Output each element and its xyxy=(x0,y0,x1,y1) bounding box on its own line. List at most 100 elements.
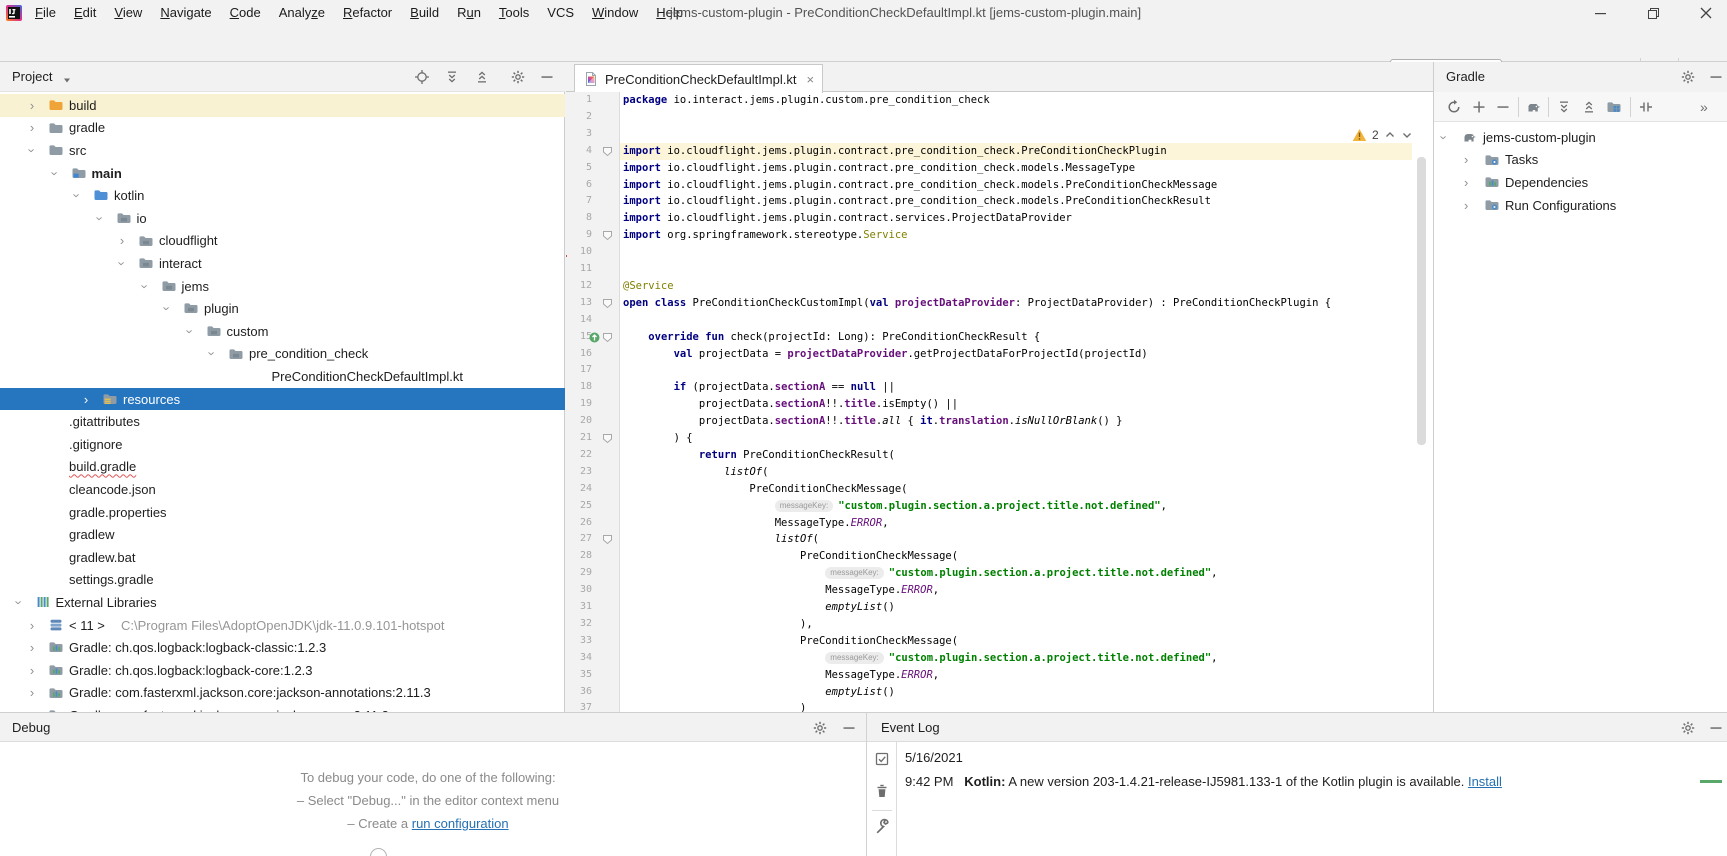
fold-icon[interactable] xyxy=(602,534,613,545)
menu-item-run[interactable]: Run xyxy=(448,0,490,26)
fold-icon[interactable] xyxy=(602,230,613,241)
gradle-tree-item-tasks[interactable]: ›Tasks xyxy=(1434,149,1727,172)
tab-preconditioncheckdefaultimpl[interactable]: PreConditionCheckDefaultImpl.kt × xyxy=(574,64,823,93)
fold-icon[interactable] xyxy=(602,146,613,157)
locate-file-button[interactable] xyxy=(414,69,430,85)
tree-item-io[interactable]: ›io xyxy=(0,207,565,230)
minimize-button[interactable] xyxy=(1577,0,1623,26)
menu-item-build[interactable]: Build xyxy=(401,0,448,26)
execute-gradle-task-button[interactable] xyxy=(1526,99,1542,115)
tab-close-icon[interactable]: × xyxy=(802,72,814,87)
menu-item-window[interactable]: Window xyxy=(583,0,647,26)
chevron-collapsed-icon[interactable]: › xyxy=(26,685,38,700)
chevron-collapsed-icon[interactable]: › xyxy=(26,640,38,655)
debug-panel-title[interactable]: Debug xyxy=(12,713,50,742)
tree-item-gradlew.bat[interactable]: gradlew.bat xyxy=(0,546,565,569)
chevron-expanded-icon[interactable]: › xyxy=(137,280,152,292)
mark-all-read-button[interactable] xyxy=(874,751,890,767)
chevron-collapsed-icon[interactable]: › xyxy=(26,98,38,113)
expand-all-button[interactable] xyxy=(1556,99,1572,115)
gradle-attach-button[interactable] xyxy=(1472,99,1486,115)
tree-item-interact[interactable]: ›interact xyxy=(0,252,565,275)
tree-item-settings.gradle[interactable]: settings.gradle xyxy=(0,569,565,592)
chevron-collapsed-icon[interactable]: › xyxy=(26,120,38,135)
chevron-expanded-icon[interactable]: › xyxy=(25,144,40,156)
gear-icon[interactable] xyxy=(510,69,526,85)
project-panel-title[interactable]: Project xyxy=(12,62,52,92)
menu-item-file[interactable]: File xyxy=(26,0,65,26)
gradle-refresh-button[interactable] xyxy=(1446,99,1462,115)
chevron-collapsed-icon[interactable]: › xyxy=(26,663,38,678)
hide-panel-button[interactable] xyxy=(540,69,554,85)
menu-item-vcs[interactable]: VCS xyxy=(538,0,583,26)
menu-item-edit[interactable]: Edit xyxy=(65,0,105,26)
maximize-button[interactable] xyxy=(1630,0,1676,26)
tree-item--11-[interactable]: ›< 11 >C:\Program Files\AdoptOpenJDK\jdk… xyxy=(0,614,565,637)
chevron-collapsed-icon[interactable]: › xyxy=(80,392,92,407)
gear-icon[interactable] xyxy=(1680,720,1696,736)
gradle-detach-button[interactable] xyxy=(1496,99,1510,115)
tree-item-build.gradle[interactable]: build.gradle xyxy=(0,456,565,479)
inspections-widget[interactable]: 2 xyxy=(1352,128,1413,142)
fold-icon[interactable] xyxy=(602,433,613,444)
chevron-expanded-icon[interactable]: › xyxy=(1437,135,1452,139)
chevron-expanded-icon[interactable]: › xyxy=(11,596,26,608)
next-warning-icon[interactable] xyxy=(1401,129,1413,141)
chevron-expanded-icon[interactable]: › xyxy=(160,303,175,315)
more-actions-icon[interactable]: » xyxy=(1700,92,1708,122)
tree-item-gradle-com.fasterxml.jackson.core-jackson-core-2.11.3[interactable]: ›Gradle: com.fasterxml.jackson.core:jack… xyxy=(0,704,565,712)
menu-item-view[interactable]: View xyxy=(105,0,151,26)
chevron-collapsed-icon[interactable]: › xyxy=(1464,152,1468,167)
clear-log-button[interactable] xyxy=(874,783,890,799)
gear-icon[interactable] xyxy=(812,720,828,736)
chevron-expanded-icon[interactable]: › xyxy=(115,257,130,269)
close-button[interactable] xyxy=(1683,0,1727,26)
gradle-tree-item-run-configurations[interactable]: ›Run Configurations xyxy=(1434,194,1727,217)
fold-icon[interactable] xyxy=(602,332,613,343)
tree-item-gradle.properties[interactable]: gradle.properties xyxy=(0,501,565,524)
code-area[interactable]: 1234567891011121314151617181920212223242… xyxy=(566,92,1433,712)
install-link[interactable]: Install xyxy=(1468,774,1502,789)
tree-item-kotlin[interactable]: ›kotlin xyxy=(0,184,565,207)
menu-item-tools[interactable]: Tools xyxy=(490,0,538,26)
menu-item-navigate[interactable]: Navigate xyxy=(151,0,220,26)
tree-item-jems[interactable]: ›jems xyxy=(0,275,565,298)
chevron-expanded-icon[interactable]: › xyxy=(205,348,220,360)
fold-icon[interactable] xyxy=(602,298,613,309)
tree-item-preconditioncheckdefaultimpl.kt[interactable]: PreConditionCheckDefaultImpl.kt xyxy=(0,365,565,388)
tree-item-gradle-com.fasterxml.jackson.core-jackson-annotations-2.11.3[interactable]: ›Gradle: com.fasterxml.jackson.core:jack… xyxy=(0,682,565,705)
tree-item-.gitignore[interactable]: .gitignore xyxy=(0,433,565,456)
chevron-expanded-icon[interactable]: › xyxy=(47,167,62,179)
tree-item-plugin[interactable]: ›plugin xyxy=(0,297,565,320)
hide-panel-button[interactable] xyxy=(1709,720,1723,736)
chevron-down-icon[interactable] xyxy=(62,75,72,85)
menu-item-code[interactable]: Code xyxy=(221,0,270,26)
collapse-all-button[interactable] xyxy=(1581,99,1597,115)
chevron-collapsed-icon[interactable]: › xyxy=(1464,198,1468,213)
hide-panel-button[interactable] xyxy=(842,720,856,736)
tree-item-gradle-ch.qos.logback-logback-core-1.2.3[interactable]: ›Gradle: ch.qos.logback:logback-core:1.2… xyxy=(0,659,565,682)
hide-panel-button[interactable] xyxy=(1709,69,1723,85)
tree-item-build[interactable]: ›build xyxy=(0,94,565,117)
prev-warning-icon[interactable] xyxy=(1384,129,1396,141)
expand-all-button[interactable] xyxy=(444,69,460,85)
toggle-offline-mode-button[interactable] xyxy=(1638,99,1654,115)
event-log-title[interactable]: Event Log xyxy=(881,713,940,742)
chevron-expanded-icon[interactable]: › xyxy=(182,325,197,337)
menu-item-refactor[interactable]: Refactor xyxy=(334,0,401,26)
collapse-all-button[interactable] xyxy=(474,69,490,85)
gradle-tree-item-dependencies[interactable]: ›Dependencies xyxy=(1434,171,1727,194)
chevron-collapsed-icon[interactable]: › xyxy=(116,233,128,248)
tree-item-cloudflight[interactable]: ›cloudflight xyxy=(0,230,565,253)
chevron-collapsed-icon[interactable]: › xyxy=(1464,175,1468,190)
tree-item-custom[interactable]: ›custom xyxy=(0,320,565,343)
gradle-tree-item-jems-custom-plugin[interactable]: ›jems-custom-plugin xyxy=(1434,126,1727,149)
tree-item-external-libraries[interactable]: ›External Libraries xyxy=(0,591,565,614)
event-log-settings-button[interactable] xyxy=(874,818,890,834)
tree-item-main[interactable]: ›main xyxy=(0,162,565,185)
chevron-collapsed-icon[interactable]: › xyxy=(26,618,38,633)
gradle-dependencies-button[interactable] xyxy=(1606,99,1622,115)
tree-item-gradle[interactable]: ›gradle xyxy=(0,117,565,140)
override-gutter-icon[interactable] xyxy=(589,332,600,343)
chevron-expanded-icon[interactable]: › xyxy=(70,190,85,202)
